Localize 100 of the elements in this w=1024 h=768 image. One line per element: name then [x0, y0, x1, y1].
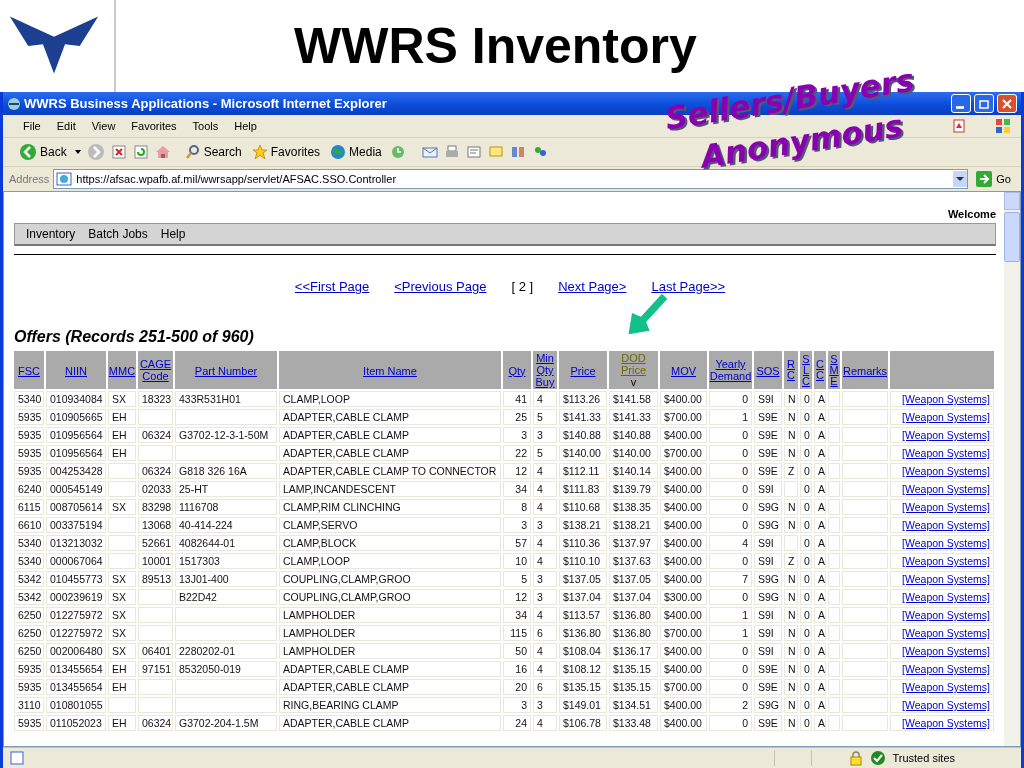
weapon-systems-link[interactable]: [Weapon Systems]: [902, 573, 990, 585]
column-sort-link[interactable]: SLC: [800, 353, 812, 387]
table-cell: 008705614: [46, 499, 106, 515]
print-icon[interactable]: [443, 144, 460, 160]
column-sort-link[interactable]: SOS: [756, 364, 780, 377]
forward-icon[interactable]: [86, 143, 105, 161]
table-cell: 5: [533, 445, 557, 461]
weapon-systems-link[interactable]: [Weapon Systems]: [902, 501, 990, 513]
dropdown-icon[interactable]: [953, 171, 968, 187]
menu-item[interactable]: View: [83, 120, 124, 132]
column-sort-link[interactable]: Qty: [508, 364, 526, 377]
weapon-systems-link[interactable]: [Weapon Systems]: [902, 465, 990, 477]
stop-icon[interactable]: [110, 144, 127, 160]
menu-item[interactable]: File: [15, 120, 49, 132]
document-icon: [951, 118, 967, 134]
nav-item[interactable]: Batch Jobs: [85, 227, 156, 241]
table-cell: SX: [108, 625, 136, 641]
table-cell: [828, 409, 840, 425]
weapon-systems-link[interactable]: [Weapon Systems]: [902, 717, 990, 729]
menu-item[interactable]: Tools: [184, 120, 227, 132]
table-cell: EH: [108, 427, 136, 443]
maximize-button[interactable]: [974, 94, 994, 113]
table-cell: [828, 427, 840, 443]
page-link[interactable]: Next Page>: [558, 279, 627, 294]
column-sort-link[interactable]: Item Name: [363, 364, 417, 377]
column-sort-link[interactable]: SME: [828, 353, 840, 387]
column-sort-link[interactable]: CAGE Code: [138, 358, 173, 382]
table-cell: $400.00: [660, 535, 707, 551]
weapon-systems-link[interactable]: [Weapon Systems]: [902, 429, 990, 441]
menu-item[interactable]: Edit: [48, 120, 84, 132]
nav-item[interactable]: Help: [157, 227, 194, 241]
column-sort-link[interactable]: CC: [814, 359, 826, 381]
research-icon[interactable]: [509, 144, 526, 160]
media-button[interactable]: Media: [328, 144, 384, 160]
table-cell: 010956564: [46, 445, 106, 461]
table-cell: $400.00: [660, 697, 707, 713]
address-field[interactable]: https://afsac.wpafb.af.mil/wwrsapp/servlet/AFSAC.SSO.Controller: [53, 169, 969, 189]
table-cell: 6: [533, 679, 557, 695]
close-button[interactable]: [997, 94, 1017, 113]
weapon-systems-link[interactable]: [Weapon Systems]: [902, 483, 990, 495]
page-link[interactable]: <Previous Page: [394, 279, 487, 294]
weapon-systems-link[interactable]: [Weapon Systems]: [902, 699, 990, 711]
table-cell: [138, 607, 173, 623]
caret-icon[interactable]: [74, 150, 81, 154]
table-cell: A: [814, 517, 826, 533]
weapon-systems-link[interactable]: [Weapon Systems]: [902, 663, 990, 675]
weapon-systems-link[interactable]: [Weapon Systems]: [902, 537, 990, 549]
column-sort-link[interactable]: NIIN: [65, 364, 87, 377]
page-link[interactable]: <<First Page: [294, 279, 370, 294]
column-sort-link[interactable]: Min Qty Buy: [533, 352, 557, 388]
history-icon[interactable]: [389, 144, 406, 160]
weapon-systems-link[interactable]: [Weapon Systems]: [902, 555, 990, 567]
table-cell: A: [814, 463, 826, 479]
column-sort-link[interactable]: Price: [570, 364, 596, 377]
mail-icon[interactable]: [421, 144, 438, 160]
nav-item[interactable]: Inventory: [23, 227, 84, 241]
home-icon[interactable]: [154, 144, 171, 160]
column-sort-link[interactable]: MMC: [108, 364, 136, 377]
table-cell: $140.00: [609, 445, 658, 461]
menu-item[interactable]: Favorites: [123, 120, 185, 132]
weapon-systems-link[interactable]: [Weapon Systems]: [902, 393, 990, 405]
table-cell: 6: [533, 625, 557, 641]
weapon-systems-link[interactable]: [Weapon Systems]: [902, 645, 990, 657]
table-cell: [828, 643, 840, 659]
search-button[interactable]: Search: [182, 144, 244, 160]
weapon-systems-link[interactable]: [Weapon Systems]: [902, 591, 990, 603]
table-cell: 3: [503, 427, 531, 443]
weapon-systems-link[interactable]: [Weapon Systems]: [902, 519, 990, 531]
column-sort-link[interactable]: RC: [785, 359, 797, 381]
table-cell: 1: [709, 607, 752, 623]
weapon-systems-link[interactable]: [Weapon Systems]: [902, 411, 990, 423]
table-cell: $136.80: [609, 625, 658, 641]
column-sort-link[interactable]: Yearly Demand: [709, 358, 752, 382]
table-cell: 5: [503, 571, 531, 587]
edit-icon[interactable]: [465, 144, 482, 160]
table-cell: SX: [108, 607, 136, 623]
refresh-icon[interactable]: [132, 144, 149, 160]
weapon-systems-link[interactable]: [Weapon Systems]: [902, 627, 990, 639]
table-cell: A: [814, 643, 826, 659]
table-cell: A: [814, 715, 826, 731]
weapon-systems-link[interactable]: [Weapon Systems]: [902, 447, 990, 459]
back-button[interactable]: Back: [17, 143, 69, 161]
scrollbar[interactable]: [1004, 192, 1020, 746]
table-cell: 6250: [14, 607, 44, 623]
table-cell: $110.36: [559, 535, 607, 551]
minimize-button[interactable]: [951, 94, 971, 113]
menu-item[interactable]: Help: [226, 120, 265, 132]
column-sort-link[interactable]: Remarks: [843, 364, 887, 377]
table-cell: 1: [709, 625, 752, 641]
favorites-button[interactable]: Favorites: [249, 144, 323, 160]
page-link[interactable]: Last Page>>: [651, 279, 726, 294]
table-cell: $138.35: [609, 499, 658, 515]
column-sort-link[interactable]: FSC: [18, 364, 40, 377]
table-cell: COUPLING,CLAMP,GROO: [279, 589, 501, 605]
column-sort-link[interactable]: Part Number: [194, 364, 258, 377]
table-cell: 004253428: [46, 463, 106, 479]
weapon-systems-link[interactable]: [Weapon Systems]: [902, 681, 990, 693]
weapon-systems-link[interactable]: [Weapon Systems]: [902, 609, 990, 621]
column-sort-link[interactable]: MOV: [670, 364, 697, 377]
go-button[interactable]: Go: [972, 171, 1015, 187]
